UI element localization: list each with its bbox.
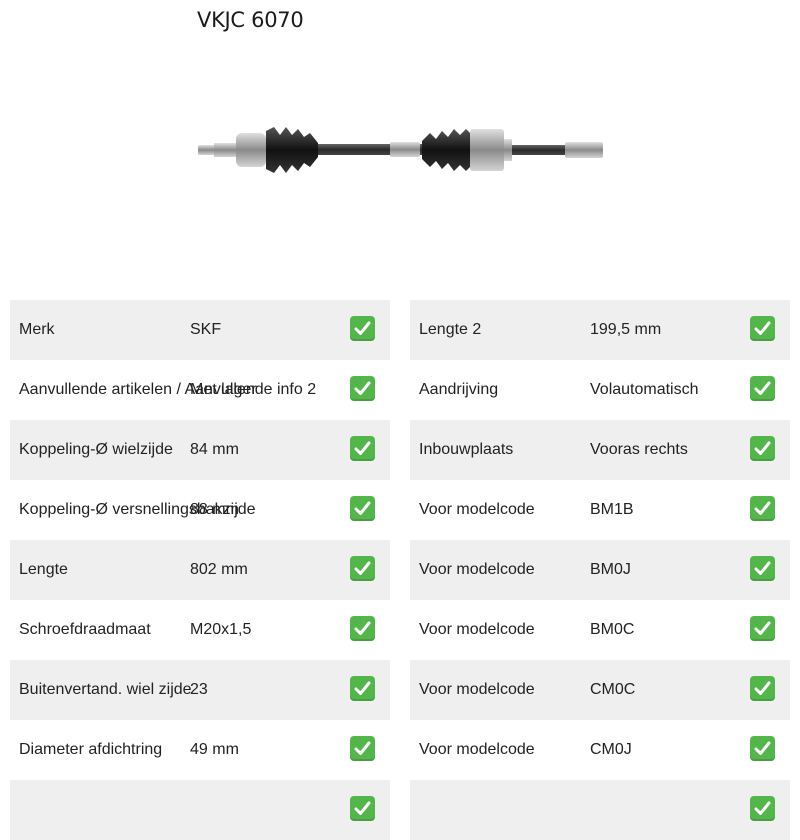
- check-icon: [750, 736, 775, 761]
- spec-row: [410, 780, 790, 840]
- spec-row: Koppeling-Ø wielzijde 84 mm: [10, 420, 390, 480]
- spec-label: Voor modelcode: [419, 741, 535, 758]
- spec-value: 802 mm: [190, 561, 248, 578]
- spec-row: Voor modelcode BM1B: [410, 480, 790, 540]
- spec-value: BM0J: [590, 561, 631, 578]
- check-icon: [750, 376, 775, 401]
- spec-row: Inbouwplaats Vooras rechts: [410, 420, 790, 480]
- spec-label: Voor modelcode: [419, 621, 535, 638]
- spec-row: Koppeling-Ø versnellingsbakzijde 88 mm: [10, 480, 390, 540]
- check-icon: [350, 616, 375, 641]
- spec-label: Aanvullende artikelen / Aanvullende info…: [19, 381, 317, 398]
- spec-value: CM0J: [590, 741, 632, 758]
- check-icon: [350, 376, 375, 401]
- check-icon: [750, 316, 775, 341]
- spec-row: Diameter afdichtring 49 mm: [10, 720, 390, 780]
- check-icon: [750, 616, 775, 641]
- spec-value: 199,5 mm: [590, 321, 662, 338]
- spec-label: Koppeling-Ø wielzijde: [19, 441, 173, 458]
- spec-row: Lengte 2 199,5 mm: [410, 300, 790, 360]
- spec-label: Schroefdraadmaat: [19, 621, 151, 638]
- spec-value: 84 mm: [190, 441, 239, 458]
- specs-table-right: Lengte 2 199,5 mm Aandrijving Volautomatisc…: [410, 300, 790, 840]
- spec-row: Voor modelcode CM0J: [410, 720, 790, 780]
- check-icon: [750, 676, 775, 701]
- check-icon: [750, 556, 775, 581]
- check-icon: [350, 736, 375, 761]
- spec-label: Voor modelcode: [419, 501, 535, 518]
- spec-label: Aandrijving: [419, 381, 499, 398]
- spec-value: BM1B: [590, 501, 634, 518]
- spec-label: Merk: [19, 321, 55, 338]
- spec-value: 23: [190, 681, 208, 698]
- check-icon: [750, 496, 775, 521]
- spec-row: Buitenvertand. wiel zijde 23: [10, 660, 390, 720]
- specs-table-left: Merk SKF Aanvullende artikelen / Aanvullen…: [10, 300, 390, 840]
- spec-value: SKF: [190, 321, 222, 338]
- spec-value: M20x1,5: [190, 621, 252, 638]
- spec-row: [10, 780, 390, 840]
- spec-row: Aandrijving Volautomatisch: [410, 360, 790, 420]
- check-icon: [350, 496, 375, 521]
- spec-value: Vooras rechts: [590, 441, 688, 458]
- spec-label: Voor modelcode: [419, 561, 535, 578]
- spec-label: Buitenvertand. wiel zijde: [19, 681, 192, 698]
- spec-row: Schroefdraadmaat M20x1,5: [10, 600, 390, 660]
- spec-value: CM0C: [590, 681, 636, 698]
- spec-value: 49 mm: [190, 741, 239, 758]
- check-icon: [350, 316, 375, 341]
- drive-shaft-image: [198, 127, 603, 173]
- check-icon: [750, 436, 775, 461]
- spec-label: Diameter afdichtring: [19, 741, 163, 758]
- spec-row: Voor modelcode BM0C: [410, 600, 790, 660]
- spec-label: Lengte: [19, 561, 68, 578]
- spec-label: Voor modelcode: [419, 681, 535, 698]
- product-title: VKJC 6070: [197, 8, 304, 32]
- check-icon: [350, 556, 375, 581]
- spec-value: 88 mm: [190, 501, 239, 518]
- check-icon: [350, 436, 375, 461]
- spec-value: Met lager: [190, 381, 257, 398]
- spec-row: Voor modelcode CM0C: [410, 660, 790, 720]
- spec-row: Lengte 802 mm: [10, 540, 390, 600]
- check-icon: [350, 676, 375, 701]
- spec-label: Inbouwplaats: [419, 441, 514, 458]
- spec-value: Volautomatisch: [590, 381, 699, 398]
- spec-label: Lengte 2: [419, 321, 482, 338]
- spec-value: BM0C: [590, 621, 635, 638]
- spec-row: Merk SKF: [10, 300, 390, 360]
- spec-row: Aanvullende artikelen / Aanvullende info…: [10, 360, 390, 420]
- spec-row: Voor modelcode BM0J: [410, 540, 790, 600]
